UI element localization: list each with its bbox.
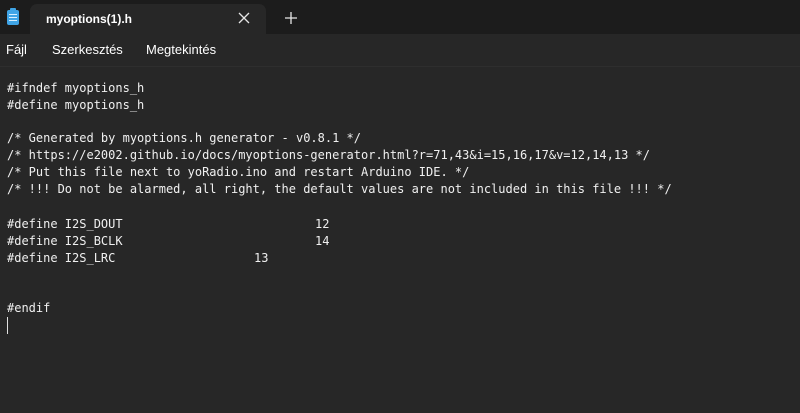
plus-icon[interactable] <box>283 10 299 26</box>
menu-item-view[interactable]: Megtekintés <box>146 42 216 57</box>
menu-item-file[interactable]: Fájl <box>6 42 27 57</box>
code-line: #endif <box>7 301 51 315</box>
tab-active-file[interactable]: myoptions(1).h <box>30 4 266 34</box>
text-caret <box>7 317 8 334</box>
code-line: #define I2S_BCLK <box>7 234 123 248</box>
code-line: /* Generated by myoptions.h generator - … <box>7 131 362 145</box>
code-line: #define myoptions_h <box>7 98 145 112</box>
text-editor-area[interactable]: #ifndef myoptions_h #define myoptions_h … <box>0 67 800 413</box>
notepad-icon <box>7 8 19 25</box>
code-line: /* https://e2002.github.io/docs/myoption… <box>7 148 650 162</box>
code-line: #define I2S_LRC <box>7 251 116 265</box>
tab-title: myoptions(1).h <box>46 12 132 26</box>
code-line: #ifndef myoptions_h <box>7 81 145 95</box>
close-icon[interactable] <box>236 10 252 26</box>
define-value: 14 <box>315 234 330 248</box>
code-line: /* !!! Do not be alarmed, all right, the… <box>7 182 672 196</box>
define-value: 13 <box>254 251 269 265</box>
code-line: /* Put this file next to yoRadio.ino and… <box>7 165 470 179</box>
menu-bar: Fájl Szerkesztés Megtekintés <box>0 34 800 66</box>
code-line: #define I2S_DOUT <box>7 217 123 231</box>
define-value: 12 <box>315 217 330 231</box>
menu-item-edit[interactable]: Szerkesztés <box>52 42 123 57</box>
title-bar: myoptions(1).h <box>0 0 800 34</box>
